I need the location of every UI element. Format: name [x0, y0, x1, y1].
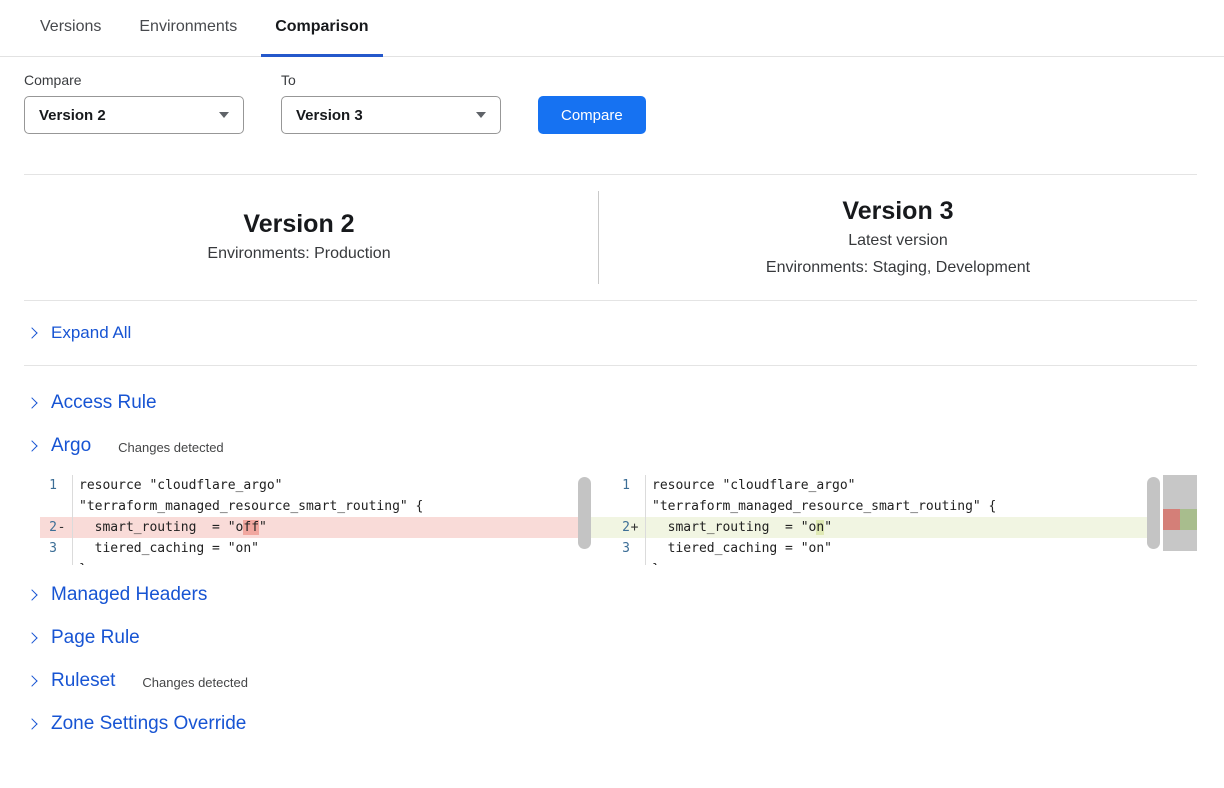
- code-text: resource "cloudflare_argo": [646, 475, 1160, 496]
- overview-removed-mark: [1163, 509, 1180, 530]
- expand-all-toggle[interactable]: Expand All: [0, 301, 1224, 365]
- version-headers: Version 2 Environments: Production Versi…: [0, 175, 1224, 300]
- diff-editor-right: 1 resource "cloudflare_argo" "terraform_…: [591, 475, 1160, 565]
- version-right-header: Version 3 Latest version Environments: S…: [599, 191, 1197, 284]
- tab-comparison[interactable]: Comparison: [261, 0, 382, 57]
- chevron-right-icon: [26, 440, 37, 451]
- diff-right-scrollbar[interactable]: [1147, 477, 1160, 549]
- diff-line-wrap: "terraform_managed_resource_smart_routin…: [591, 496, 1160, 517]
- diff-line: 3 tiered_caching = "on": [591, 538, 1160, 559]
- compare-to-label: To: [281, 72, 501, 88]
- compare-from-value: Version 2: [39, 107, 106, 124]
- changes-detected-badge: Changes detected: [142, 675, 248, 690]
- code-text: tiered_caching = "on": [646, 538, 1160, 559]
- version-right-subtitle: Latest version: [848, 227, 948, 254]
- compare-button[interactable]: Compare: [538, 96, 646, 134]
- chevron-right-icon: [26, 718, 37, 729]
- section-label: Ruleset: [51, 670, 115, 692]
- diff-overview-ruler[interactable]: [1163, 475, 1197, 565]
- version-left-environments: Environments: Production: [207, 240, 390, 267]
- chevron-right-icon: [26, 327, 37, 338]
- section-label: Zone Settings Override: [51, 713, 246, 735]
- version-right-title: Version 3: [842, 195, 953, 227]
- line-number: 3: [613, 538, 630, 559]
- line-number: 2: [40, 517, 57, 538]
- added-sign: +: [630, 517, 639, 538]
- code-text: resource "cloudflare_argo": [73, 475, 591, 496]
- diff-overview-track: [1163, 475, 1197, 551]
- chevron-right-icon: [26, 397, 37, 408]
- compare-to-group: To Version 3: [281, 72, 501, 134]
- line-number: 2: [613, 517, 630, 538]
- line-number: 3: [40, 538, 57, 559]
- diff-line-wrap: "terraform_managed_resource_smart_routin…: [40, 496, 591, 517]
- diff-line: 3 tiered_caching = "on": [40, 538, 591, 559]
- code-text: }: [646, 559, 1160, 565]
- chevron-down-icon: [219, 112, 229, 118]
- code-text: }: [73, 559, 591, 565]
- compare-form: Compare Version 2 To Version 3 Compare: [0, 57, 1224, 134]
- section-label: Access Rule: [51, 392, 157, 414]
- code-text: "terraform_managed_resource_smart_routin…: [646, 496, 1160, 517]
- tab-environments[interactable]: Environments: [125, 0, 251, 57]
- diff-line: 1 resource "cloudflare_argo": [591, 475, 1160, 496]
- diff-line: }: [591, 559, 1160, 565]
- section-argo[interactable]: Argo Changes detected: [0, 424, 1224, 467]
- diff-left-scrollbar[interactable]: [578, 477, 591, 549]
- tab-versions[interactable]: Versions: [26, 0, 115, 57]
- changes-detected-badge: Changes detected: [118, 440, 224, 455]
- section-list: Access Rule Argo Changes detected 1 reso…: [0, 366, 1224, 745]
- compare-from-select[interactable]: Version 2: [24, 96, 244, 134]
- overview-added-mark: [1180, 509, 1197, 530]
- line-number: 1: [613, 475, 630, 496]
- version-left-title: Version 2: [243, 208, 354, 240]
- argo-diff-view: 1 resource "cloudflare_argo" "terraform_…: [40, 475, 1197, 565]
- section-zone-settings-override[interactable]: Zone Settings Override: [0, 702, 1224, 745]
- chevron-right-icon: [26, 589, 37, 600]
- chevron-right-icon: [26, 675, 37, 686]
- chevron-right-icon: [26, 632, 37, 643]
- line-number: 1: [40, 475, 57, 496]
- version-right-environments: Environments: Staging, Development: [766, 254, 1030, 281]
- code-text: smart_routing = "on": [646, 517, 1160, 538]
- compare-from-group: Compare Version 2: [24, 72, 244, 134]
- compare-to-value: Version 3: [296, 107, 363, 124]
- removed-char-highlight: ff: [243, 520, 259, 535]
- diff-line: }: [40, 559, 591, 565]
- section-managed-headers[interactable]: Managed Headers: [0, 573, 1224, 616]
- diff-editor-left: 1 resource "cloudflare_argo" "terraform_…: [40, 475, 591, 565]
- section-ruleset[interactable]: Ruleset Changes detected: [0, 659, 1224, 702]
- code-text: tiered_caching = "on": [73, 538, 591, 559]
- section-access-rule[interactable]: Access Rule: [0, 381, 1224, 424]
- section-label: Managed Headers: [51, 584, 207, 606]
- compare-from-label: Compare: [24, 72, 244, 88]
- compare-to-select[interactable]: Version 3: [281, 96, 501, 134]
- section-page-rule[interactable]: Page Rule: [0, 616, 1224, 659]
- expand-all-label: Expand All: [51, 323, 131, 343]
- removed-sign: -: [57, 517, 66, 538]
- chevron-down-icon: [476, 112, 486, 118]
- tab-bar: Versions Environments Comparison: [0, 0, 1224, 57]
- section-label: Argo: [51, 435, 91, 457]
- code-text: smart_routing = "off": [73, 517, 591, 538]
- diff-line-added: 2+ smart_routing = "on": [591, 517, 1160, 538]
- version-left-header: Version 2 Environments: Production: [0, 191, 598, 284]
- section-label: Page Rule: [51, 627, 140, 649]
- code-text: "terraform_managed_resource_smart_routin…: [73, 496, 591, 517]
- diff-line: 1 resource "cloudflare_argo": [40, 475, 591, 496]
- diff-line-removed: 2- smart_routing = "off": [40, 517, 591, 538]
